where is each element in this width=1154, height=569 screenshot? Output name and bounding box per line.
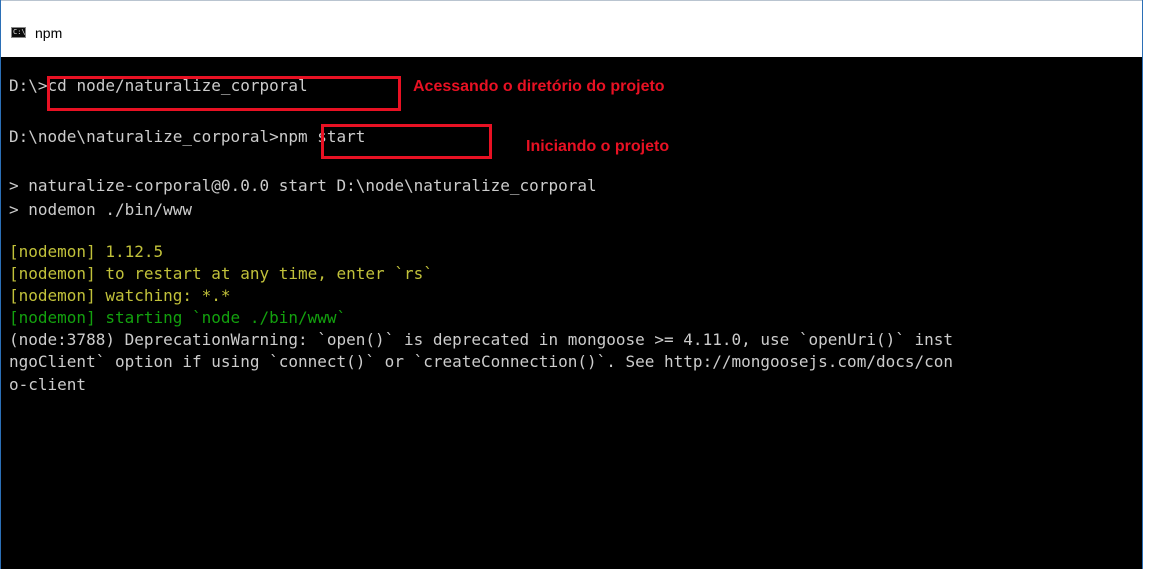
highlight-box-cd-command [47,76,401,111]
title-bar[interactable]: C:\. npm [1,10,1142,57]
annotation-access-directory: Acessando o diretório do projeto [413,78,665,95]
window-title: npm [35,25,63,41]
nodemon-version-line: [nodemon] 1.12.5 [9,242,164,261]
deprecation-warning-line: ngoClient` option if using `connect()` o… [9,352,954,371]
nodemon-watching-line: [nodemon] watching: *.* [9,286,231,305]
console-line: > nodemon ./bin/www [9,200,193,219]
background-window-edge [1,0,1142,10]
cmd-console-icon: C:\. [11,27,26,38]
console-line-npm-start: D:\node\naturalize_corporal>npm start [9,127,365,147]
nodemon-starting-line: [nodemon] starting `node ./bin/www` [9,308,347,327]
console-window: C:\. npm D:\>cd node/naturalize_corporal… [0,0,1143,569]
highlight-box-npm-start [321,124,492,159]
console-output[interactable]: D:\>cd node/naturalize_corporal D:\node\… [1,57,1142,569]
console-line: > naturalize-corporal@0.0.0 start D:\nod… [9,176,597,195]
nodemon-restart-line: [nodemon] to restart at any time, enter … [9,264,433,283]
prompt: D:\node\naturalize_corporal [9,127,270,146]
annotation-start-project: Iniciando o projeto [526,138,670,155]
prompt: D:\ [9,76,38,95]
deprecation-warning-line: (node:3788) DeprecationWarning: `open()`… [9,330,954,349]
deprecation-warning-line: o-client [9,375,87,394]
